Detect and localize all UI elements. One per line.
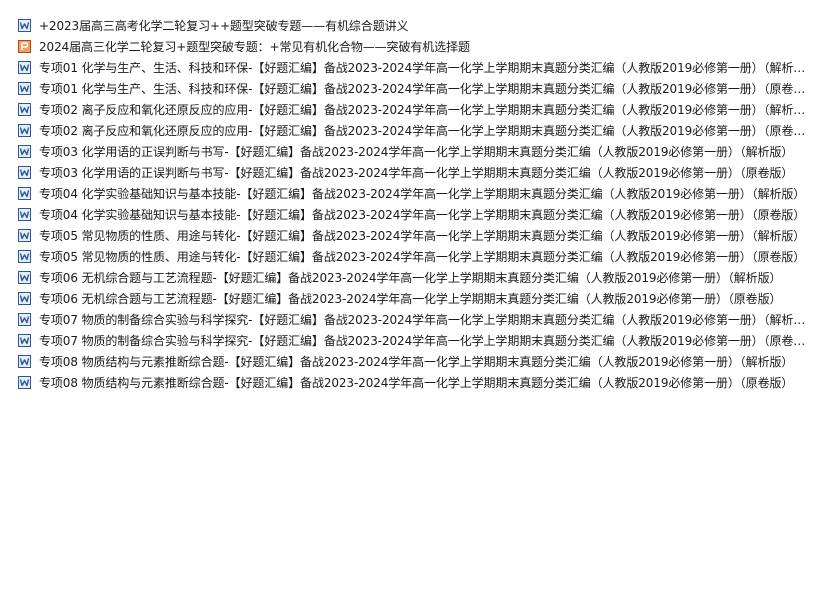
word-doc-icon bbox=[18, 292, 31, 305]
word-doc-icon bbox=[18, 376, 31, 389]
word-doc-icon bbox=[18, 145, 31, 158]
file-list-item[interactable]: 专项02 离子反应和氧化还原反应的应用-【好题汇编】备战2023-2024学年高… bbox=[18, 120, 814, 141]
file-list-item[interactable]: 2024届高三化学二轮复习+题型突破专题：+常见有机化合物——突破有机选择题 bbox=[18, 36, 814, 57]
file-list-item[interactable]: 专项07 物质的制备综合实验与科学探究-【好题汇编】备战2023-2024学年高… bbox=[18, 309, 814, 330]
file-name: 专项01 化学与生产、生活、科技和环保-【好题汇编】备战2023-2024学年高… bbox=[39, 61, 806, 75]
file-name: 专项01 化学与生产、生活、科技和环保-【好题汇编】备战2023-2024学年高… bbox=[39, 82, 806, 96]
word-doc-icon bbox=[18, 103, 31, 116]
file-name: 2024届高三化学二轮复习+题型突破专题：+常见有机化合物——突破有机选择题 bbox=[39, 40, 470, 54]
file-list-item[interactable]: 专项02 离子反应和氧化还原反应的应用-【好题汇编】备战2023-2024学年高… bbox=[18, 99, 814, 120]
file-list: +2023届高三高考化学二轮复习++题型突破专题——有机综合题讲义 2024届高… bbox=[18, 15, 814, 393]
file-list-item[interactable]: 专项07 物质的制备综合实验与科学探究-【好题汇编】备战2023-2024学年高… bbox=[18, 330, 814, 351]
file-name: 专项02 离子反应和氧化还原反应的应用-【好题汇编】备战2023-2024学年高… bbox=[39, 124, 806, 138]
word-doc-icon bbox=[18, 82, 31, 95]
file-name: 专项08 物质结构与元素推断综合题-【好题汇编】备战2023-2024学年高一化… bbox=[39, 376, 794, 390]
file-list-item[interactable]: 专项08 物质结构与元素推断综合题-【好题汇编】备战2023-2024学年高一化… bbox=[18, 372, 814, 393]
file-list-item[interactable]: 专项03 化学用语的正误判断与书写-【好题汇编】备战2023-2024学年高一化… bbox=[18, 141, 814, 162]
word-doc-icon bbox=[18, 208, 31, 221]
file-name: +2023届高三高考化学二轮复习++题型突破专题——有机综合题讲义 bbox=[39, 19, 409, 33]
file-list-item[interactable]: 专项05 常见物质的性质、用途与转化-【好题汇编】备战2023-2024学年高一… bbox=[18, 225, 814, 246]
word-doc-icon bbox=[18, 229, 31, 242]
file-list-item[interactable]: 专项06 无机综合题与工艺流程题-【好题汇编】备战2023-2024学年高一化学… bbox=[18, 288, 814, 309]
word-doc-icon bbox=[18, 187, 31, 200]
word-doc-icon bbox=[18, 271, 31, 284]
file-name: 专项02 离子反应和氧化还原反应的应用-【好题汇编】备战2023-2024学年高… bbox=[39, 103, 806, 117]
file-list-item[interactable]: 专项06 无机综合题与工艺流程题-【好题汇编】备战2023-2024学年高一化学… bbox=[18, 267, 814, 288]
word-doc-icon bbox=[18, 250, 31, 263]
file-name: 专项07 物质的制备综合实验与科学探究-【好题汇编】备战2023-2024学年高… bbox=[39, 334, 806, 348]
file-name: 专项06 无机综合题与工艺流程题-【好题汇编】备战2023-2024学年高一化学… bbox=[39, 292, 782, 306]
file-name: 专项04 化学实验基础知识与基本技能-【好题汇编】备战2023-2024学年高一… bbox=[39, 187, 806, 201]
file-name: 专项05 常见物质的性质、用途与转化-【好题汇编】备战2023-2024学年高一… bbox=[39, 250, 806, 264]
file-name: 专项05 常见物质的性质、用途与转化-【好题汇编】备战2023-2024学年高一… bbox=[39, 229, 806, 243]
word-doc-icon bbox=[18, 61, 31, 74]
word-doc-icon bbox=[18, 19, 31, 32]
word-doc-icon bbox=[18, 355, 31, 368]
file-list-item[interactable]: +2023届高三高考化学二轮复习++题型突破专题——有机综合题讲义 bbox=[18, 15, 814, 36]
file-name: 专项03 化学用语的正误判断与书写-【好题汇编】备战2023-2024学年高一化… bbox=[39, 166, 794, 180]
file-name: 专项06 无机综合题与工艺流程题-【好题汇编】备战2023-2024学年高一化学… bbox=[39, 271, 782, 285]
ppt-doc-icon bbox=[18, 40, 31, 53]
word-doc-icon bbox=[18, 334, 31, 347]
file-list-item[interactable]: 专项04 化学实验基础知识与基本技能-【好题汇编】备战2023-2024学年高一… bbox=[18, 204, 814, 225]
file-list-item[interactable]: 专项01 化学与生产、生活、科技和环保-【好题汇编】备战2023-2024学年高… bbox=[18, 78, 814, 99]
file-name: 专项08 物质结构与元素推断综合题-【好题汇编】备战2023-2024学年高一化… bbox=[39, 355, 794, 369]
word-doc-icon bbox=[18, 124, 31, 137]
file-list-item[interactable]: 专项08 物质结构与元素推断综合题-【好题汇编】备战2023-2024学年高一化… bbox=[18, 351, 814, 372]
file-list-item[interactable]: 专项01 化学与生产、生活、科技和环保-【好题汇编】备战2023-2024学年高… bbox=[18, 57, 814, 78]
file-list-item[interactable]: 专项04 化学实验基础知识与基本技能-【好题汇编】备战2023-2024学年高一… bbox=[18, 183, 814, 204]
file-name: 专项07 物质的制备综合实验与科学探究-【好题汇编】备战2023-2024学年高… bbox=[39, 313, 806, 327]
file-list-item[interactable]: 专项05 常见物质的性质、用途与转化-【好题汇编】备战2023-2024学年高一… bbox=[18, 246, 814, 267]
word-doc-icon bbox=[18, 166, 31, 179]
file-list-item[interactable]: 专项03 化学用语的正误判断与书写-【好题汇编】备战2023-2024学年高一化… bbox=[18, 162, 814, 183]
file-name: 专项04 化学实验基础知识与基本技能-【好题汇编】备战2023-2024学年高一… bbox=[39, 208, 806, 222]
file-name: 专项03 化学用语的正误判断与书写-【好题汇编】备战2023-2024学年高一化… bbox=[39, 145, 794, 159]
word-doc-icon bbox=[18, 313, 31, 326]
